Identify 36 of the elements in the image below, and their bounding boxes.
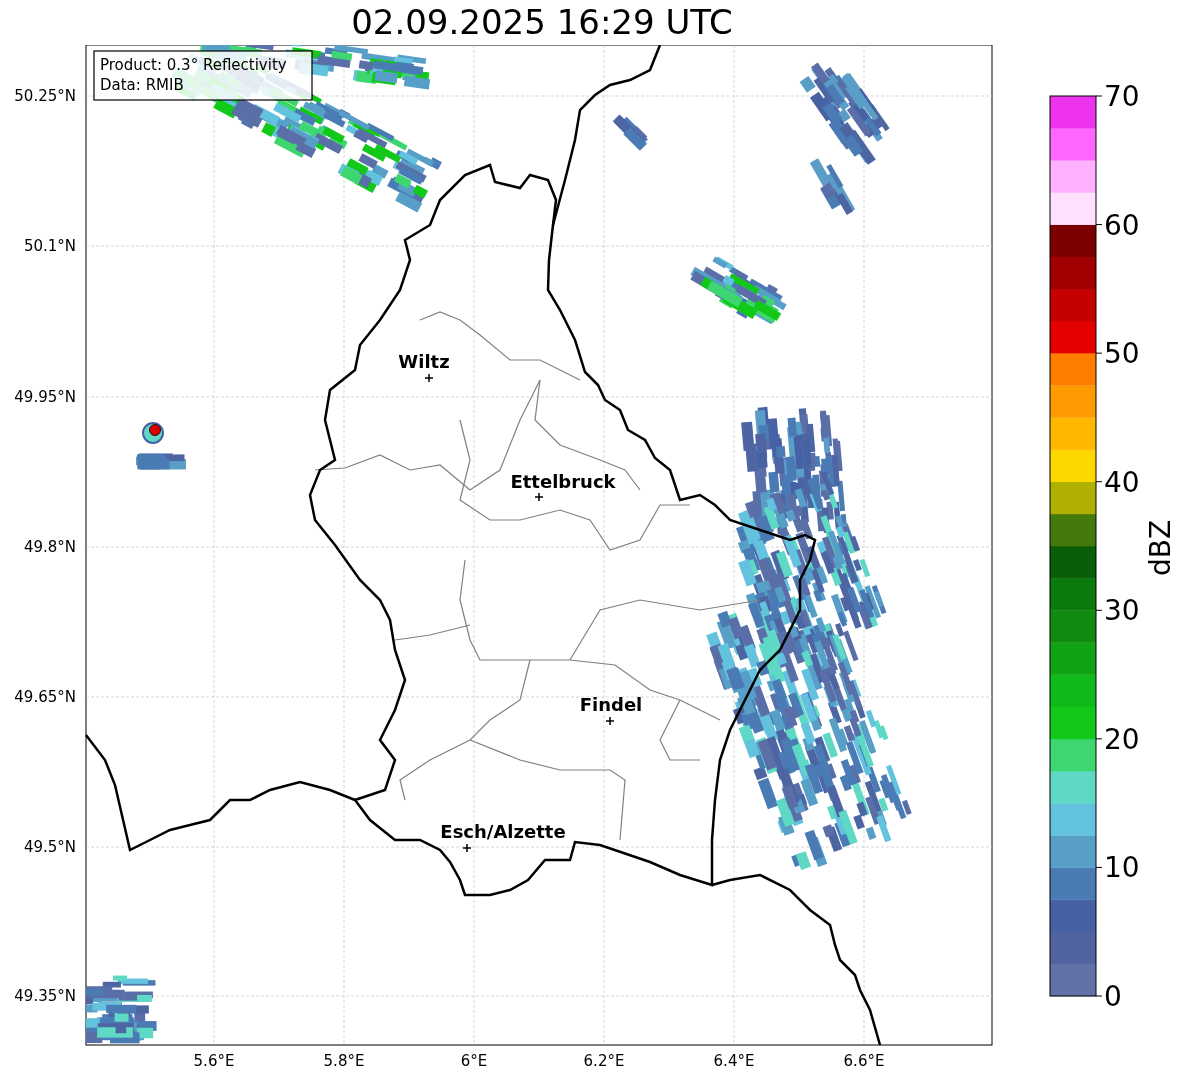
chart-title: 02.09.2025 16:29 UTC bbox=[351, 1, 733, 44]
city-label: Findel bbox=[579, 694, 643, 715]
longitude-label: 6.6°E bbox=[843, 1052, 885, 1070]
latitude-label: 49.95°N bbox=[14, 388, 76, 406]
city-label: Wiltz bbox=[398, 351, 450, 372]
colorbar-tick-label: 0 bbox=[1104, 980, 1122, 1013]
colorbar-tick-label: 50 bbox=[1104, 337, 1140, 371]
city-marker-icon bbox=[605, 716, 615, 726]
colorbar-title: dBZ bbox=[1144, 519, 1177, 577]
latitude-label: 49.35°N bbox=[14, 987, 76, 1005]
latitude-label: 49.65°N bbox=[14, 688, 76, 706]
info-text: Product: 0.3° Reflectivity bbox=[100, 56, 287, 74]
colorbar-tick-label: 60 bbox=[1104, 208, 1140, 242]
longitude-label: 6.2°E bbox=[583, 1052, 625, 1070]
latitude-label: 50.25°N bbox=[14, 87, 76, 105]
colorbar-tick-label: 30 bbox=[1104, 594, 1140, 628]
colorbar-tick-label: 10 bbox=[1104, 851, 1140, 885]
longitude-label: 5.6°E bbox=[193, 1052, 235, 1070]
longitude-label: 6.4°E bbox=[713, 1052, 755, 1070]
precipitation-area bbox=[136, 453, 186, 470]
longitude-label: 5.8°E bbox=[323, 1052, 365, 1070]
city-label: Esch/Alzette bbox=[440, 821, 566, 842]
latitude-label: 49.8°N bbox=[23, 538, 76, 556]
latitude-label: 49.5°N bbox=[23, 838, 76, 856]
city-marker-icon bbox=[534, 492, 544, 502]
city-marker-icon bbox=[424, 373, 434, 383]
longitude-label: 6°E bbox=[460, 1052, 488, 1070]
colorbar-tick-label: 70 bbox=[1104, 80, 1140, 113]
colorbar-tick-label: 40 bbox=[1104, 465, 1140, 499]
latitude-label: 50.1°N bbox=[23, 237, 76, 255]
colorbar-tick-label: 20 bbox=[1104, 722, 1140, 756]
city-label: Ettelbruck bbox=[510, 471, 616, 492]
info-text: Data: RMIB bbox=[100, 76, 184, 94]
precipitation-area bbox=[86, 975, 157, 1044]
precipitation-area bbox=[612, 114, 648, 151]
city-marker-icon bbox=[462, 843, 472, 853]
